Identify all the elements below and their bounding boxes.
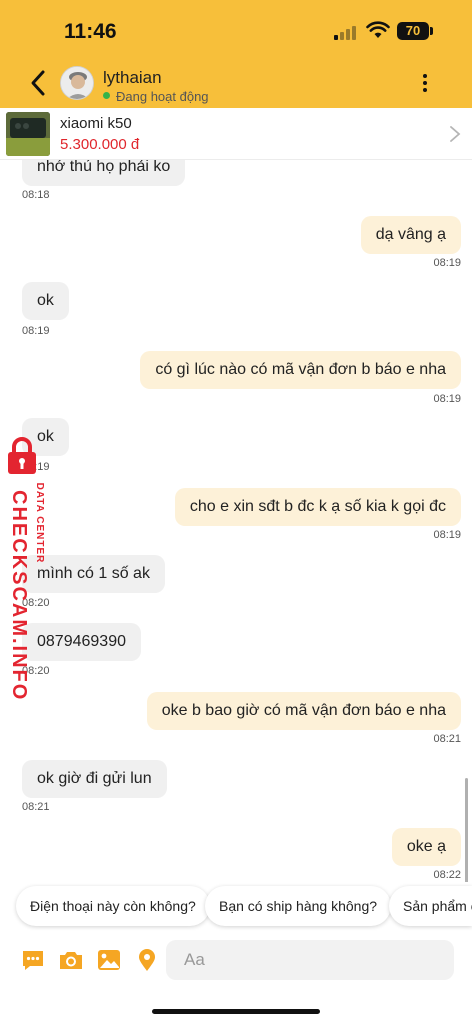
message-outgoing[interactable]: dạ vâng ạ <box>360 216 461 254</box>
quick-replies: Điện thoại này còn không? Bạn có ship hà… <box>0 886 472 930</box>
product-thumbnail <box>6 112 50 156</box>
quick-reply-chip[interactable]: Điện thoại này còn không? <box>16 886 210 926</box>
message-incoming[interactable]: 0879469390 <box>22 623 141 661</box>
avatar-person-icon <box>61 67 93 99</box>
back-arrow-icon[interactable] <box>26 68 52 98</box>
product-price: 5.300.000 đ <box>60 136 140 153</box>
avatar[interactable] <box>60 66 94 100</box>
location-pin-icon[interactable] <box>134 947 160 973</box>
message-incoming[interactable]: mình có 1 số ak <box>22 555 165 593</box>
message-time: 08:19 <box>433 393 461 405</box>
battery-indicator: 70 <box>397 22 429 40</box>
message-time: 08:19 <box>22 461 50 473</box>
online-status: Đang hoạt động <box>116 89 209 104</box>
message-time: 08:20 <box>22 665 50 677</box>
product-name: xiaomi k50 <box>60 115 132 132</box>
image-icon[interactable] <box>96 947 122 973</box>
message-outgoing[interactable]: oke b bao giờ có mã vận đơn báo e nha <box>146 692 461 730</box>
message-incoming[interactable]: ok giờ đi gửi lun <box>22 760 167 798</box>
message-time: 08:21 <box>22 801 50 813</box>
chevron-right-icon[interactable] <box>449 125 461 143</box>
online-status-dot <box>103 92 110 99</box>
quick-reply-chip[interactable]: Bạn có ship hàng không? <box>205 886 392 926</box>
message-time: 08:21 <box>433 733 461 745</box>
message-incoming[interactable]: ok <box>22 282 69 320</box>
chat-messages[interactable]: nhớ thủ họ phải ko 08:18 dạ vâng ạ 08:19… <box>0 160 472 882</box>
product-card[interactable]: xiaomi k50 5.300.000 đ <box>0 108 472 160</box>
message-input-bar <box>0 938 472 982</box>
camera-icon[interactable] <box>58 947 84 973</box>
battery-tip <box>430 27 433 35</box>
wifi-icon <box>366 21 390 38</box>
more-vertical-icon[interactable] <box>418 72 432 94</box>
cellular-signal-icon <box>334 24 358 40</box>
message-time: 08:22 <box>433 869 461 881</box>
message-input[interactable] <box>166 940 454 980</box>
message-incoming[interactable]: nhớ thủ họ phải ko <box>22 160 186 186</box>
chat-options-icon[interactable] <box>20 947 46 973</box>
message-time: 08:19 <box>22 325 50 337</box>
message-incoming[interactable]: ok <box>22 418 69 456</box>
message-time: 08:19 <box>433 529 461 541</box>
message-time: 08:19 <box>433 257 461 269</box>
home-indicator[interactable] <box>152 1009 320 1014</box>
message-outgoing[interactable]: có gì lúc nào có mã vận đơn b báo e nha <box>140 351 461 389</box>
status-time: 11:46 <box>64 20 117 43</box>
scrollbar[interactable] <box>465 778 468 882</box>
quick-reply-chip[interactable]: Sản phẩm còn <box>389 886 472 926</box>
message-outgoing[interactable]: oke ạ <box>391 828 461 866</box>
message-time: 08:20 <box>22 597 50 609</box>
message-time: 08:18 <box>22 189 50 201</box>
chat-header: 11:46 70 lythaian Đang hoạt động <box>0 0 472 108</box>
contact-name[interactable]: lythaian <box>103 68 162 88</box>
message-outgoing[interactable]: cho e xin sđt b đc k ạ số kia k gọi đc <box>174 488 461 526</box>
